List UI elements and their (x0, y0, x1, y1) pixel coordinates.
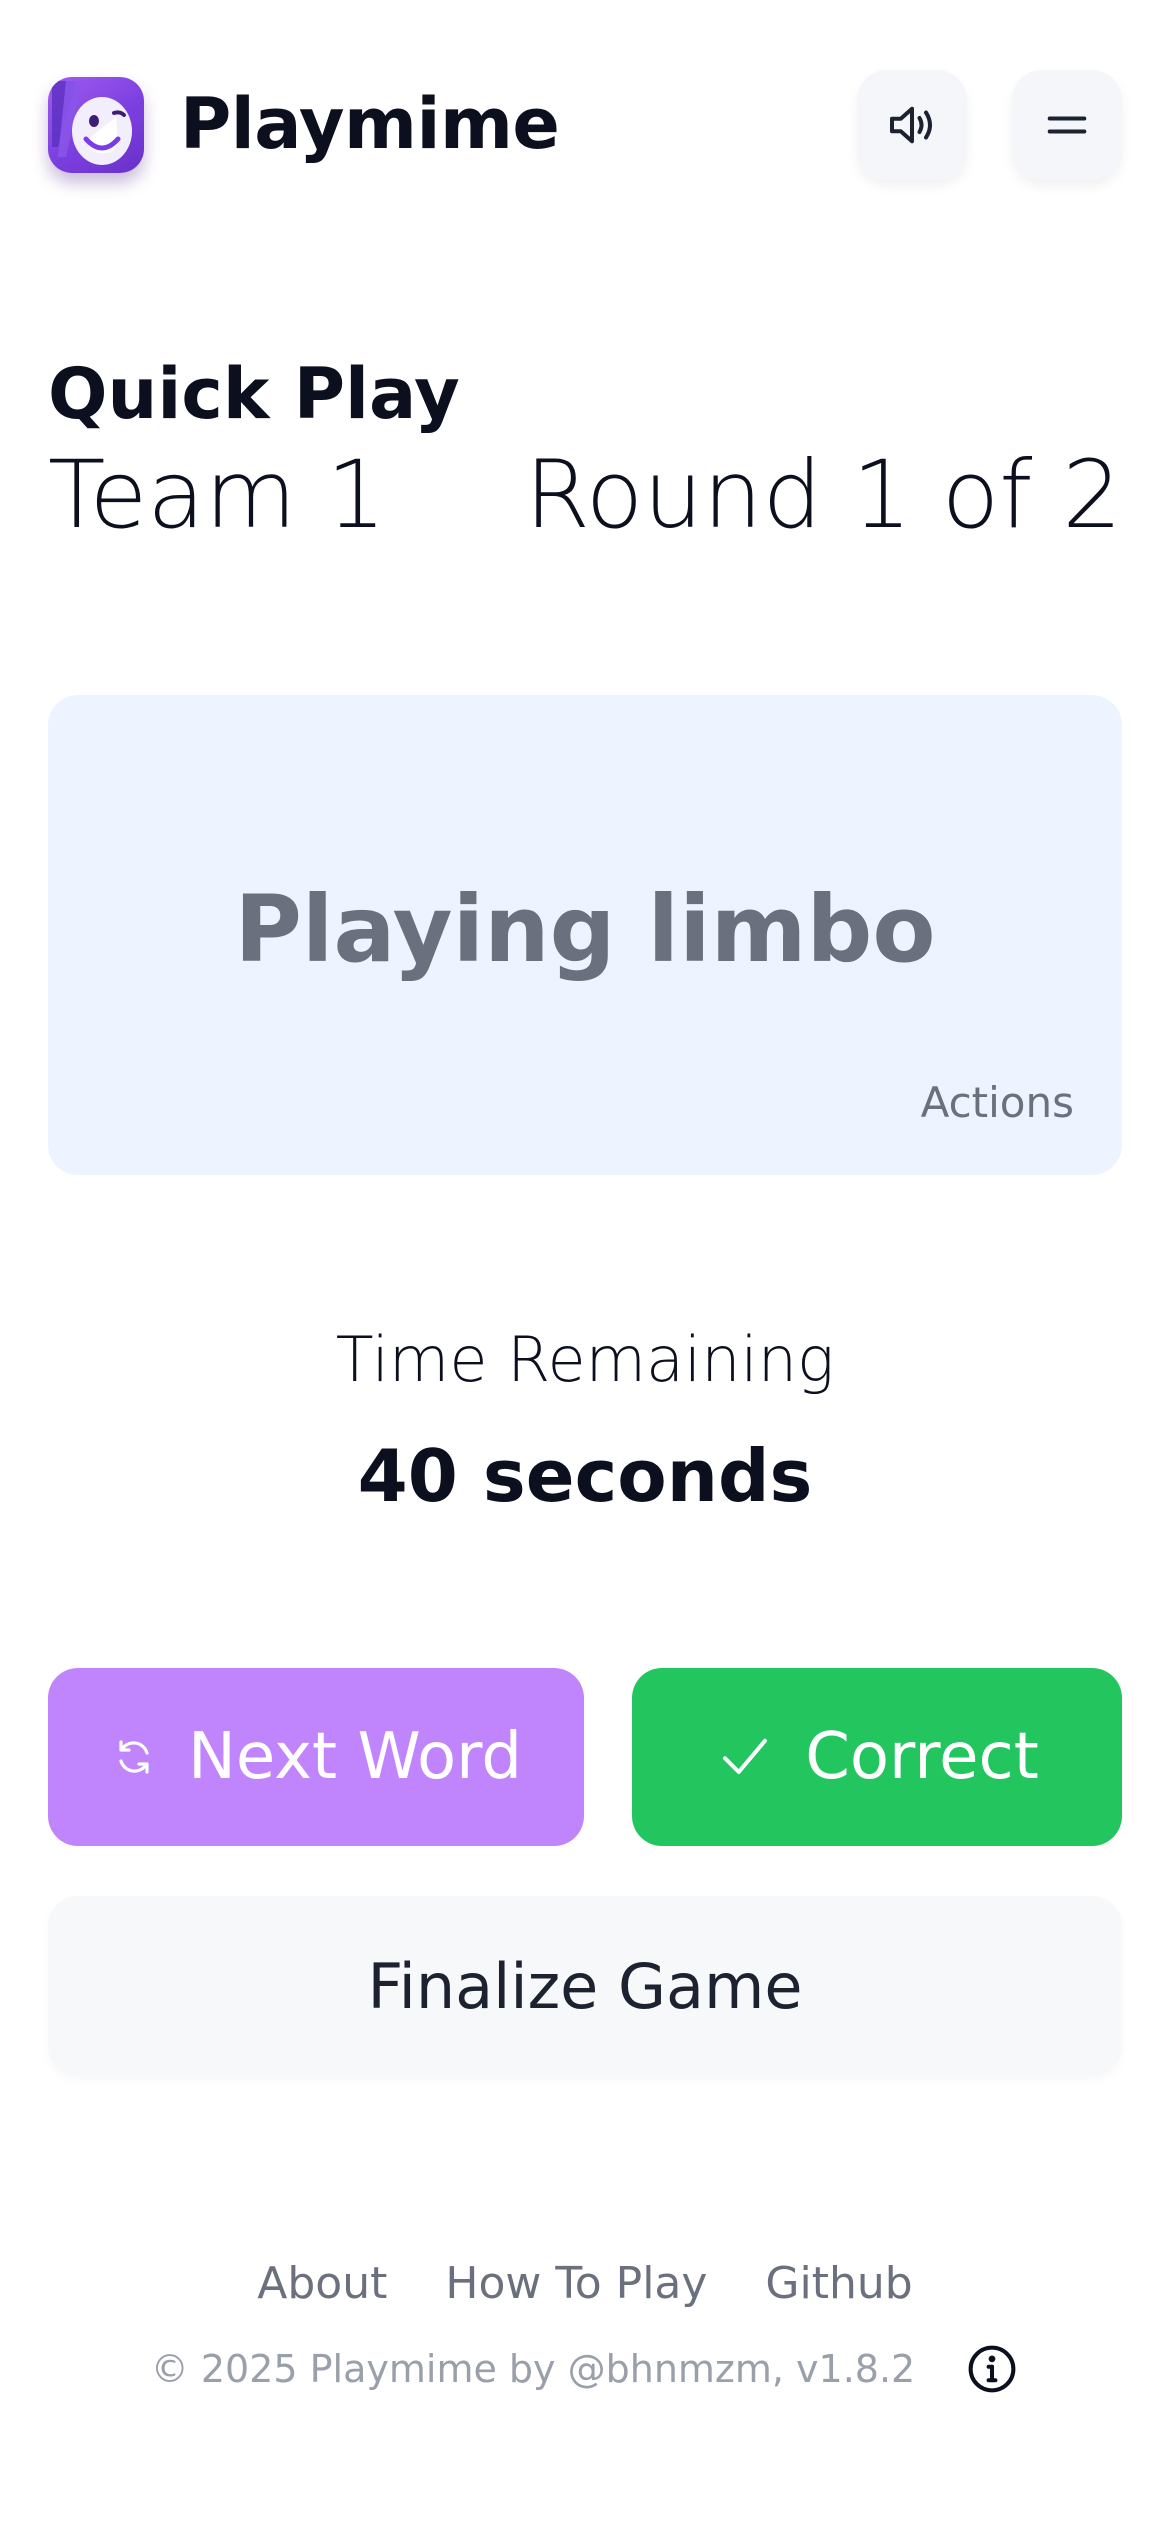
footer-links: About How To Play Github (0, 2258, 1170, 2309)
speaker-icon (890, 106, 932, 144)
finalize-game-button[interactable]: Finalize Game (48, 1896, 1122, 2076)
copyright-row: © 2025 Playmime by @bhnmzm, v1.8.2 (0, 2342, 1170, 2396)
time-remaining-value: 40 seconds (357, 1434, 813, 1518)
correct-button[interactable]: Correct (632, 1668, 1122, 1846)
round-indicator: Round 1 of 2 (524, 441, 1122, 550)
info-icon[interactable] (965, 2342, 1019, 2396)
footer-link-how-to-play[interactable]: How To Play (445, 2258, 707, 2309)
app-header: Playmime (48, 70, 1122, 182)
next-word-label: Next Word (188, 1720, 522, 1794)
word-card: Playing limbo Actions (48, 695, 1122, 1175)
current-word: Playing limbo (234, 876, 936, 983)
time-remaining-label: Time Remaining (335, 1323, 835, 1396)
word-category: Actions (920, 1078, 1074, 1127)
sound-toggle-button[interactable] (857, 70, 967, 180)
menu-button[interactable] (1012, 70, 1122, 180)
finalize-game-label: Finalize Game (367, 1949, 803, 2023)
hamburger-menu-icon (1047, 116, 1087, 134)
next-word-button[interactable]: Next Word (48, 1668, 584, 1846)
copyright-text: © 2025 Playmime by @bhnmzm, v1.8.2 (150, 2347, 916, 2391)
game-mode-title: Quick Play (48, 353, 460, 435)
refresh-icon (119, 1740, 149, 1774)
app-logo-icon[interactable] (48, 77, 144, 173)
correct-label: Correct (805, 1720, 1039, 1794)
checkmark-icon (723, 1738, 768, 1774)
app-name: Playmime (180, 83, 560, 165)
current-team: Team 1 (48, 441, 387, 550)
footer-link-about[interactable]: About (257, 2258, 387, 2309)
footer-link-github[interactable]: Github (765, 2258, 912, 2309)
